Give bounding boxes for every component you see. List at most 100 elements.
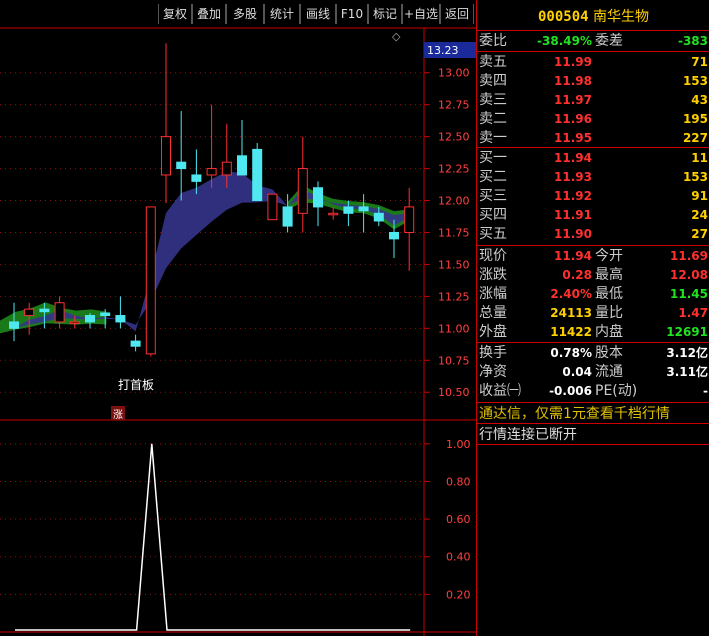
bid-row-3: 买三 11.92 91 (477, 186, 709, 206)
ask-row-5-value: 11.99 (554, 55, 592, 69)
bid-row-2: 买二 11.93 153 (477, 167, 709, 187)
stat-row-3-value: 24113 (550, 306, 592, 320)
stat-row-4-label: 外盘 (479, 324, 507, 340)
ask-row-1-value: 11.95 (554, 131, 592, 145)
bid-row-4-value: 11.91 (554, 208, 592, 222)
stat-row-3-value2: 1.47 (678, 306, 708, 320)
candle-body (343, 206, 354, 214)
ask-row-3-label: 卖三 (479, 92, 507, 108)
stat-row-4: 外盘 11422 内盘 12691 (477, 322, 709, 342)
bid-row-4-label: 买四 (479, 207, 507, 223)
stock-code: 000504 (537, 9, 589, 25)
bid-row-5-label: 买五 (479, 226, 507, 242)
bid-row-4: 买四 11.91 24 (477, 205, 709, 225)
ask-row-4: 卖四 11.98 153 (477, 71, 709, 91)
candle-body (24, 308, 35, 317)
stat-row-1-value2: 12.08 (670, 268, 708, 282)
fund-row-0: 换手 0.78% 股本 3.12亿 (477, 343, 709, 363)
stat-row-1-label: 涨跌 (479, 267, 507, 283)
bid-row-2-label: 买二 (479, 169, 507, 185)
ask-row-2-label: 卖二 (479, 111, 507, 127)
bid-row-3-value2: 91 (691, 189, 708, 203)
bid-row-2-value: 11.93 (554, 170, 592, 184)
fund-row-0-value: 0.78% (550, 346, 592, 360)
candle-body (358, 206, 369, 212)
fund-row-0-value2: 3.12亿 (666, 346, 708, 360)
candle-body (85, 315, 95, 323)
indicator-tick-label: 0.60 (446, 513, 471, 526)
ask-row-2-value: 11.96 (554, 112, 592, 126)
stat-row-3: 总量 24113 量比 1.47 (477, 303, 709, 323)
quote-panel: 000504 南华生物 委比 -38.49% 委差 -383 通达信，仅需1元查… (476, 0, 709, 636)
fund-row-1: 净资 0.04 流通 3.11亿 (477, 362, 709, 382)
weicha-label: 委差 (595, 33, 623, 49)
stat-row-1: 涨跌 0.28 最高 12.08 (477, 265, 709, 285)
price-tick-label: 11.25 (438, 290, 470, 303)
fund-row-1-label: 净资 (479, 364, 507, 380)
candle-body (130, 340, 141, 347)
candle-body (252, 148, 263, 202)
stat-row-0-value: 11.94 (554, 249, 592, 263)
connection-status: 行情连接已断开 (479, 427, 577, 443)
limit-up-marker: 涨 (113, 409, 123, 421)
candle-body (176, 161, 187, 170)
current-price-label: 13.23 (427, 44, 459, 57)
fund-row-2-value2: - (703, 384, 708, 398)
candle-body (115, 315, 126, 323)
stat-row-1-label2: 最高 (595, 267, 623, 283)
candle-body (404, 206, 415, 233)
weicha-value: -383 (677, 34, 708, 48)
kline-chart[interactable]: 13.00 12.75 12.50 12.25 12.00 11.75 11.50 11.25… (0, 0, 476, 636)
stat-row-0-label2: 今开 (595, 248, 623, 264)
candle-body (237, 155, 247, 176)
candle-body (373, 212, 384, 222)
stat-row-3-label2: 量比 (595, 305, 623, 321)
candle-body (9, 321, 19, 329)
stat-row-4-value2: 12691 (666, 325, 708, 339)
bid-row-1-value: 11.94 (554, 151, 592, 165)
fund-row-0-label2: 股本 (595, 345, 623, 361)
stock-title: 000504 南华生物 (477, 6, 709, 26)
fund-row-2-value: -0.006 (549, 384, 592, 398)
ask-row-1-label: 卖一 (479, 130, 507, 146)
bid-row-3-value: 11.92 (554, 189, 592, 203)
ask-row-2-value2: 195 (682, 112, 708, 126)
price-tick-label: 11.50 (438, 258, 470, 271)
candle-body (328, 212, 339, 216)
ask-row-4-value: 11.98 (554, 74, 592, 88)
bid-row-1: 买一 11.94 11 (477, 148, 709, 168)
price-tick-label: 13.00 (438, 67, 470, 80)
candle-body (313, 187, 323, 208)
candle-body (145, 206, 156, 355)
bid-row-1-label: 买一 (479, 150, 507, 166)
fund-row-1-value2: 3.11亿 (666, 365, 708, 379)
bid-row-1-value2: 11 (691, 151, 708, 165)
bid-row-5-value: 11.90 (554, 227, 592, 241)
price-tick-label: 12.75 (438, 99, 470, 112)
candle-body (297, 168, 308, 214)
price-tick-label: 12.00 (438, 195, 470, 208)
ask-row-2: 卖二 11.96 195 (477, 109, 709, 129)
weibi-label: 委比 (479, 33, 507, 49)
upgrade-notice[interactable]: 通达信，仅需1元查看千档行情 (479, 403, 670, 423)
ask-row-5: 卖五 11.99 71 (477, 52, 709, 72)
diamond-icon[interactable]: ◇ (392, 30, 401, 43)
candle-body (161, 136, 171, 176)
ask-row-5-label: 卖五 (479, 54, 507, 70)
fund-row-1-value: 0.04 (562, 365, 592, 379)
stat-row-2: 涨幅 2.40% 最低 11.45 (477, 284, 709, 304)
ask-row-1: 卖一 11.95 227 (477, 128, 709, 148)
stat-row-4-label2: 内盘 (595, 324, 623, 340)
indicator-tick-label: 0.40 (446, 551, 471, 564)
indicator-subchart: 1.00 0.80 0.60 0.40 0.20 (0, 438, 471, 631)
fund-row-2-label2: PE(动) (595, 383, 638, 399)
fund-row-2: 收益㈠ -0.006 PE(动) - (477, 381, 709, 401)
moving-average-band (14, 171, 410, 332)
stat-row-0: 现价 11.94 今开 11.69 (477, 246, 709, 266)
bid-row-4-value2: 24 (691, 208, 708, 222)
candle-body (69, 321, 80, 324)
stat-row-2-label: 涨幅 (479, 286, 507, 302)
ask-row-4-label: 卖四 (479, 73, 507, 89)
bid-row-3-label: 买三 (479, 188, 507, 204)
price-tick-label: 10.50 (438, 386, 470, 399)
